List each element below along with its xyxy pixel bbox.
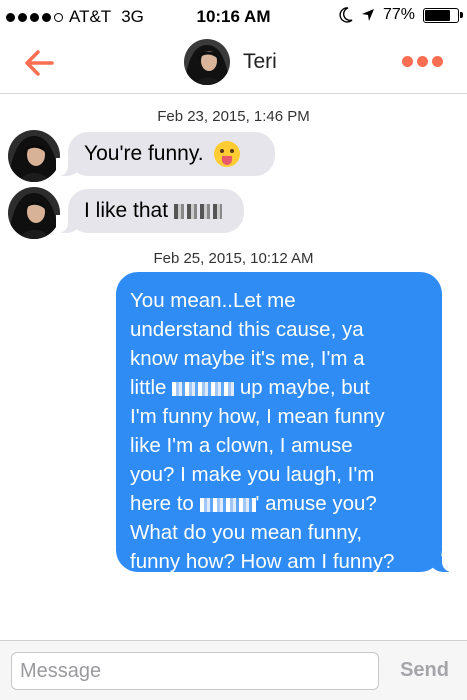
message-fragment: little <box>130 376 167 399</box>
location-arrow-icon <box>361 9 374 21</box>
message-line: little up maybe, but <box>130 373 430 402</box>
chat-header: Teri <box>0 34 467 94</box>
message-line: You mean..Let me <box>130 289 296 312</box>
message-line: like I'm a clown, I amuse <box>130 434 353 457</box>
message-line: I'm funny how, I mean funny <box>130 405 385 428</box>
redacted-text <box>174 203 223 219</box>
status-right: 77% <box>339 6 463 24</box>
battery-icon <box>423 7 463 23</box>
moon-icon <box>339 7 353 23</box>
message-composer: Send <box>0 640 467 700</box>
contact-avatar-small[interactable] <box>8 130 60 182</box>
contact-name[interactable]: Teri <box>243 50 277 74</box>
message-text: You're funny. <box>84 142 204 165</box>
redacted-text <box>199 497 256 512</box>
contact-avatar-small[interactable] <box>8 187 60 239</box>
tongue-out-emoji-icon <box>213 141 240 167</box>
message-fragment: ' amuse you? <box>255 492 377 515</box>
message-fragment: here to <box>130 492 194 515</box>
message-input[interactable] <box>11 652 379 690</box>
message-line: you? I make you laugh, I'm <box>130 463 375 486</box>
send-button[interactable]: Send <box>400 659 449 682</box>
message-line: understand this cause, ya <box>130 318 364 341</box>
back-arrow-icon[interactable] <box>22 46 56 80</box>
status-bar: AT&T 3G 10:16 AM 77% <box>0 0 467 34</box>
battery-percent: 77% <box>382 6 415 23</box>
more-dots-icon[interactable] <box>402 56 443 67</box>
outgoing-message[interactable]: You mean..Let me understand this cause, … <box>116 272 454 573</box>
incoming-message[interactable]: I like that <box>56 189 244 233</box>
message-line: funny how? How am I funny? <box>130 550 395 573</box>
contact-avatar[interactable] <box>184 39 230 85</box>
message-fragment: up maybe, but <box>239 376 370 399</box>
redacted-text <box>172 381 235 396</box>
message-line: know maybe it's me, I'm a <box>130 347 365 370</box>
message-timestamp: Feb 23, 2015, 1:46 PM <box>157 108 310 125</box>
message-line: What do you mean funny, <box>130 521 363 544</box>
incoming-message[interactable]: You're funny. <box>56 132 275 176</box>
message-timestamp: Feb 25, 2015, 10:12 AM <box>153 250 314 267</box>
message-text: I like that <box>84 199 169 222</box>
message-line: here to ' amuse you? <box>130 489 430 518</box>
